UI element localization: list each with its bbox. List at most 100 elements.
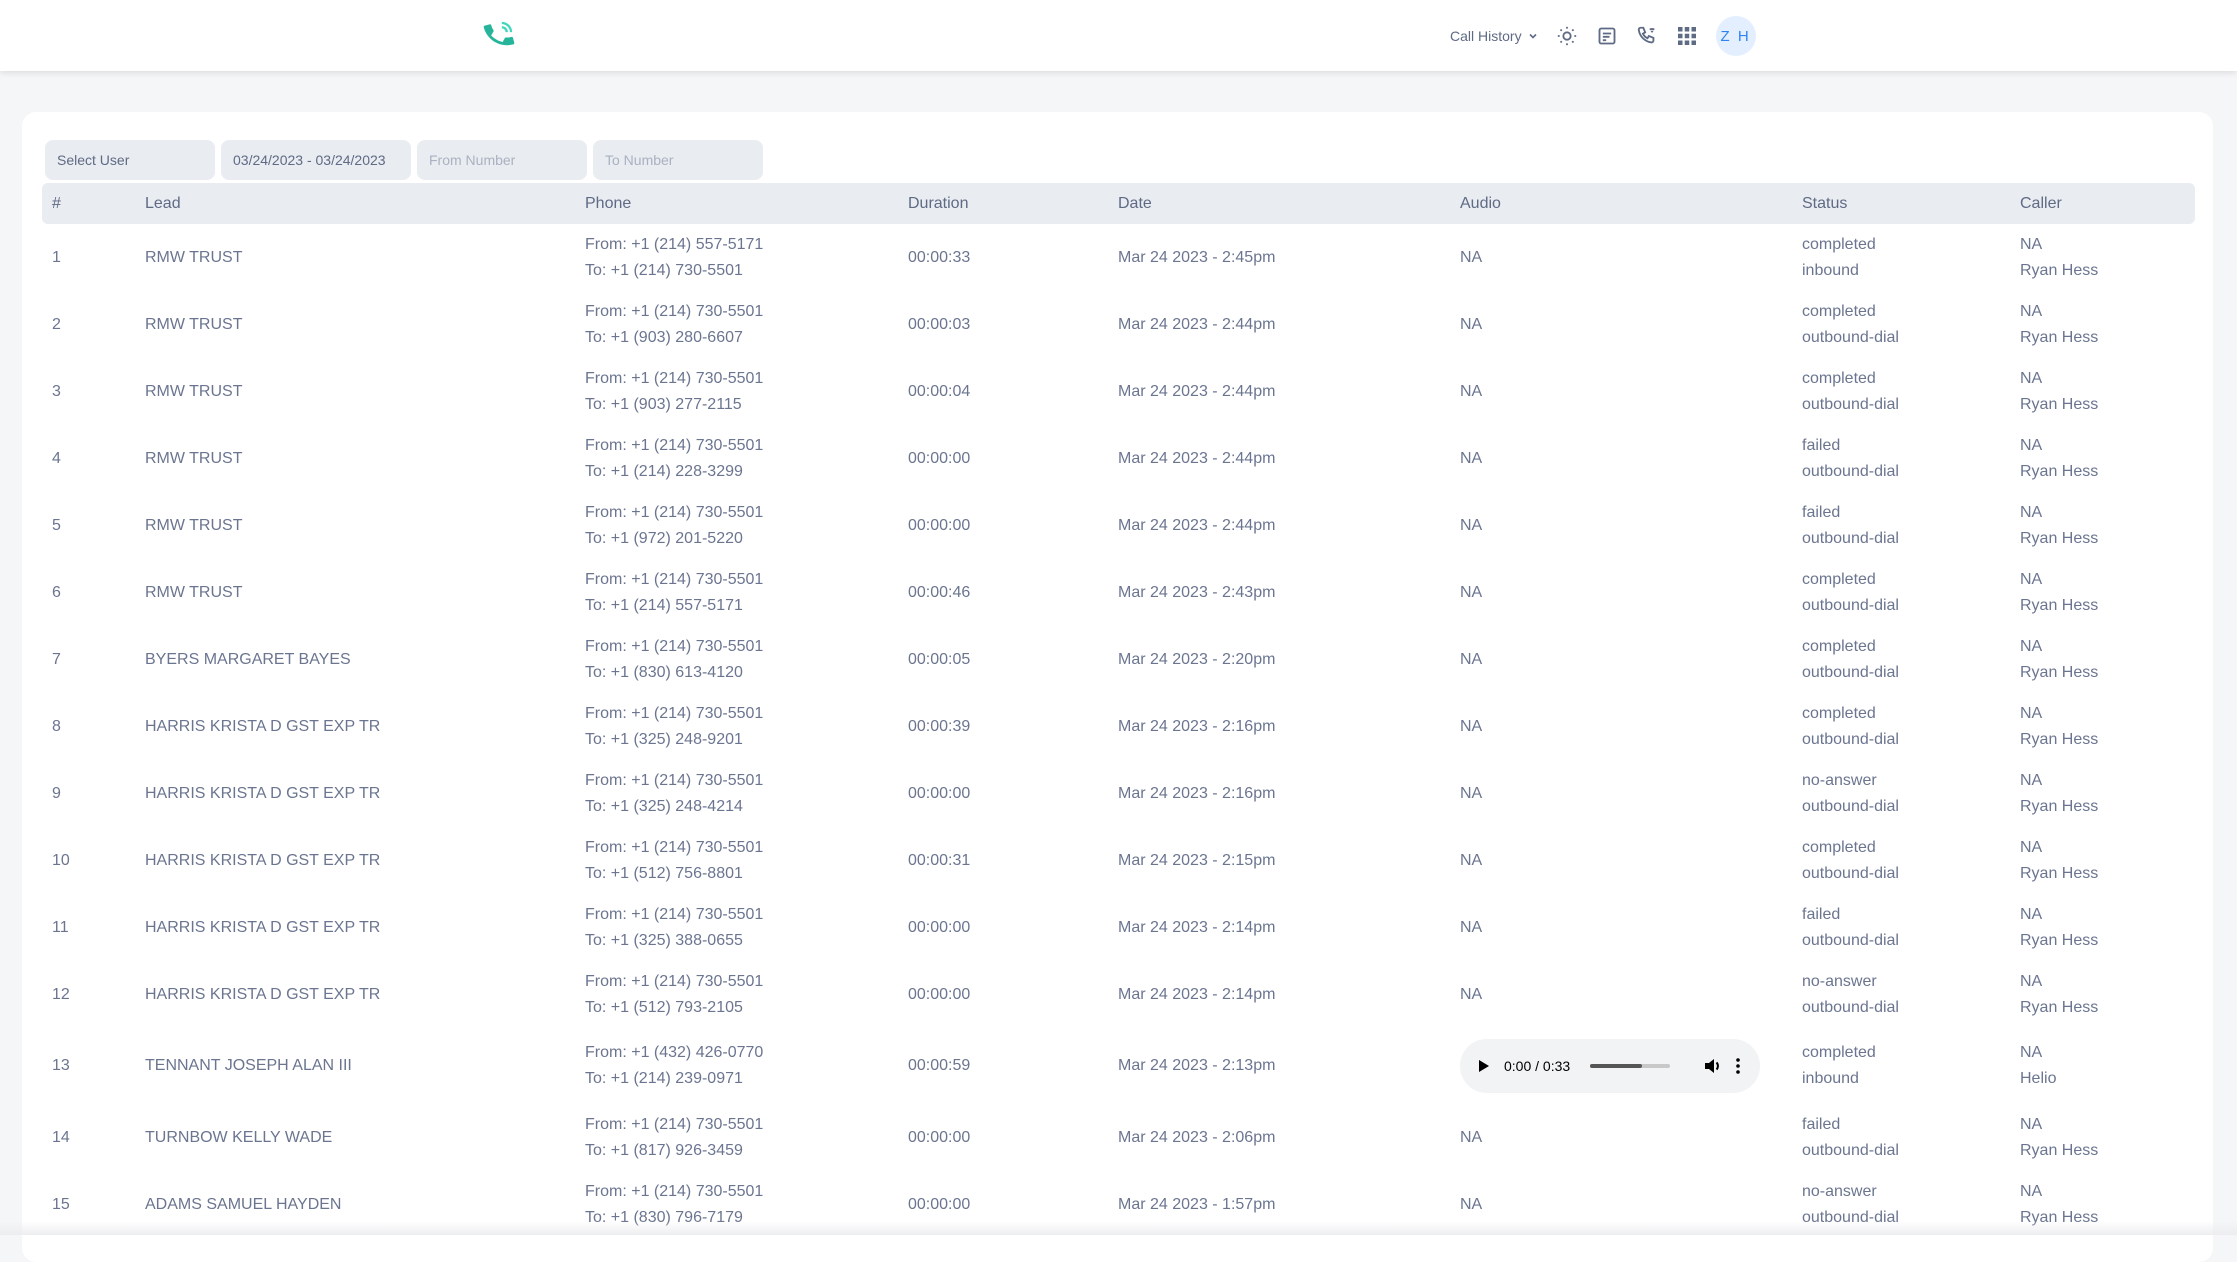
- caller-cell: NARyan Hess: [2010, 827, 2195, 894]
- table-row[interactable]: 10 HARRIS KRISTA D GST EXP TR From: +1 (…: [42, 827, 2195, 894]
- audio-value: NA: [1460, 316, 1482, 333]
- call-date: Mar 24 2023 - 2:44pm: [1108, 492, 1450, 559]
- to-number-input[interactable]: [593, 140, 763, 180]
- table-row[interactable]: 4 RMW TRUST From: +1 (214) 730-5501To: +…: [42, 425, 2195, 492]
- column-header-number[interactable]: #: [42, 183, 135, 224]
- caller-name: Ryan Hess: [2020, 459, 2195, 485]
- call-status: completed: [1802, 299, 2010, 325]
- call-date: Mar 24 2023 - 2:44pm: [1108, 425, 1450, 492]
- lead-name[interactable]: HARRIS KRISTA D GST EXP TR: [135, 760, 575, 827]
- audio-player[interactable]: 0:00 / 0:33: [1460, 1039, 1760, 1093]
- table-row[interactable]: 8 HARRIS KRISTA D GST EXP TR From: +1 (2…: [42, 693, 2195, 760]
- call-status: completed: [1802, 567, 2010, 593]
- lead-name[interactable]: RMW TRUST: [135, 291, 575, 358]
- audio-progress-slider[interactable]: [1590, 1064, 1670, 1068]
- audio-value: NA: [1460, 450, 1482, 467]
- column-header-lead[interactable]: Lead: [135, 183, 575, 224]
- audio-cell: NA: [1450, 827, 1792, 894]
- row-number: 10: [42, 827, 135, 894]
- user-avatar[interactable]: Z H: [1716, 16, 1756, 56]
- table-row[interactable]: 6 RMW TRUST From: +1 (214) 730-5501To: +…: [42, 559, 2195, 626]
- call-date: Mar 24 2023 - 2:14pm: [1108, 894, 1450, 961]
- caller-name: Ryan Hess: [2020, 660, 2195, 686]
- more-options-icon[interactable]: [1736, 1058, 1740, 1074]
- lead-name[interactable]: RMW TRUST: [135, 492, 575, 559]
- call-status: failed: [1802, 902, 2010, 928]
- to-number: To: +1 (972) 201-5220: [585, 526, 898, 552]
- call-date: Mar 24 2023 - 2:16pm: [1108, 760, 1450, 827]
- table-row[interactable]: 9 HARRIS KRISTA D GST EXP TR From: +1 (2…: [42, 760, 2195, 827]
- call-date: Mar 24 2023 - 2:15pm: [1108, 827, 1450, 894]
- play-icon[interactable]: [1478, 1059, 1490, 1073]
- apps-grid-icon[interactable]: [1676, 25, 1698, 47]
- from-number-input[interactable]: [417, 140, 587, 180]
- duration: 00:00:46: [898, 559, 1108, 626]
- audio-value: NA: [1460, 383, 1482, 400]
- select-user-dropdown[interactable]: Select User: [45, 140, 215, 180]
- caller-name: Ryan Hess: [2020, 727, 2195, 753]
- phone-cell: From: +1 (214) 730-5501To: +1 (817) 926-…: [575, 1104, 898, 1171]
- caller-cell: NARyan Hess: [2010, 961, 2195, 1028]
- caller-cell: NARyan Hess: [2010, 760, 2195, 827]
- lead-name[interactable]: RMW TRUST: [135, 224, 575, 291]
- lead-name[interactable]: RMW TRUST: [135, 358, 575, 425]
- lead-name[interactable]: HARRIS KRISTA D GST EXP TR: [135, 827, 575, 894]
- phone-wifi-icon[interactable]: [1636, 25, 1658, 47]
- caller-name: Ryan Hess: [2020, 794, 2195, 820]
- lead-name[interactable]: RMW TRUST: [135, 425, 575, 492]
- column-header-status[interactable]: Status: [1792, 183, 2010, 224]
- from-number: From: +1 (214) 730-5501: [585, 366, 898, 392]
- call-status: failed: [1802, 1112, 2010, 1138]
- column-header-audio[interactable]: Audio: [1450, 183, 1792, 224]
- table-row[interactable]: 14 TURNBOW KELLY WADE From: +1 (214) 730…: [42, 1104, 2195, 1171]
- volume-icon[interactable]: [1704, 1058, 1722, 1074]
- lead-name[interactable]: HARRIS KRISTA D GST EXP TR: [135, 894, 575, 961]
- caller-name: Helio: [2020, 1066, 2195, 1092]
- sun-icon[interactable]: [1556, 25, 1578, 47]
- column-header-phone[interactable]: Phone: [575, 183, 898, 224]
- table-row[interactable]: 2 RMW TRUST From: +1 (214) 730-5501To: +…: [42, 291, 2195, 358]
- notes-icon[interactable]: [1596, 25, 1618, 47]
- status-cell: no-answeroutbound-dial: [1792, 760, 2010, 827]
- table-row[interactable]: 5 RMW TRUST From: +1 (214) 730-5501To: +…: [42, 492, 2195, 559]
- call-history-menu[interactable]: Call History: [1450, 28, 1538, 44]
- call-status: completed: [1802, 701, 2010, 727]
- call-direction: outbound-dial: [1802, 995, 2010, 1021]
- column-header-caller[interactable]: Caller: [2010, 183, 2195, 224]
- date-range-picker[interactable]: 03/24/2023 - 03/24/2023: [221, 140, 411, 180]
- lead-name[interactable]: TURNBOW KELLY WADE: [135, 1104, 575, 1171]
- lead-name[interactable]: HARRIS KRISTA D GST EXP TR: [135, 693, 575, 760]
- from-number: From: +1 (214) 730-5501: [585, 1179, 898, 1205]
- call-direction: outbound-dial: [1802, 1138, 2010, 1164]
- audio-value: NA: [1460, 517, 1482, 534]
- table-row[interactable]: 3 RMW TRUST From: +1 (214) 730-5501To: +…: [42, 358, 2195, 425]
- table-row[interactable]: 7 BYERS MARGARET BAYES From: +1 (214) 73…: [42, 626, 2195, 693]
- lead-name[interactable]: TENNANT JOSEPH ALAN III: [135, 1028, 575, 1104]
- column-header-duration[interactable]: Duration: [898, 183, 1108, 224]
- call-direction: outbound-dial: [1802, 928, 2010, 954]
- to-number: To: +1 (817) 926-3459: [585, 1138, 898, 1164]
- lead-name[interactable]: RMW TRUST: [135, 559, 575, 626]
- lead-name[interactable]: HARRIS KRISTA D GST EXP TR: [135, 961, 575, 1028]
- table-row[interactable]: 12 HARRIS KRISTA D GST EXP TR From: +1 (…: [42, 961, 2195, 1028]
- table-row[interactable]: 11 HARRIS KRISTA D GST EXP TR From: +1 (…: [42, 894, 2195, 961]
- phone-cell: From: +1 (432) 426-0770To: +1 (214) 239-…: [575, 1028, 898, 1104]
- to-number: To: +1 (512) 793-2105: [585, 995, 898, 1021]
- phone-cell: From: +1 (214) 730-5501To: +1 (512) 793-…: [575, 961, 898, 1028]
- call-direction: outbound-dial: [1802, 459, 2010, 485]
- lead-name[interactable]: BYERS MARGARET BAYES: [135, 626, 575, 693]
- caller-cell: NARyan Hess: [2010, 559, 2195, 626]
- table-row[interactable]: 13 TENNANT JOSEPH ALAN III From: +1 (432…: [42, 1028, 2195, 1104]
- call-date: Mar 24 2023 - 2:44pm: [1108, 291, 1450, 358]
- audio-value: NA: [1460, 584, 1482, 601]
- audio-value: NA: [1460, 718, 1482, 735]
- caller-name: Ryan Hess: [2020, 593, 2195, 619]
- audio-cell: NA: [1450, 961, 1792, 1028]
- status-cell: failedoutbound-dial: [1792, 425, 2010, 492]
- status-cell: failedoutbound-dial: [1792, 894, 2010, 961]
- caller-cell: NARyan Hess: [2010, 693, 2195, 760]
- table-row[interactable]: 1 RMW TRUST From: +1 (214) 557-5171To: +…: [42, 224, 2195, 291]
- phone-ringing-icon[interactable]: [482, 18, 516, 52]
- row-number: 13: [42, 1028, 135, 1104]
- column-header-date[interactable]: Date: [1108, 183, 1450, 224]
